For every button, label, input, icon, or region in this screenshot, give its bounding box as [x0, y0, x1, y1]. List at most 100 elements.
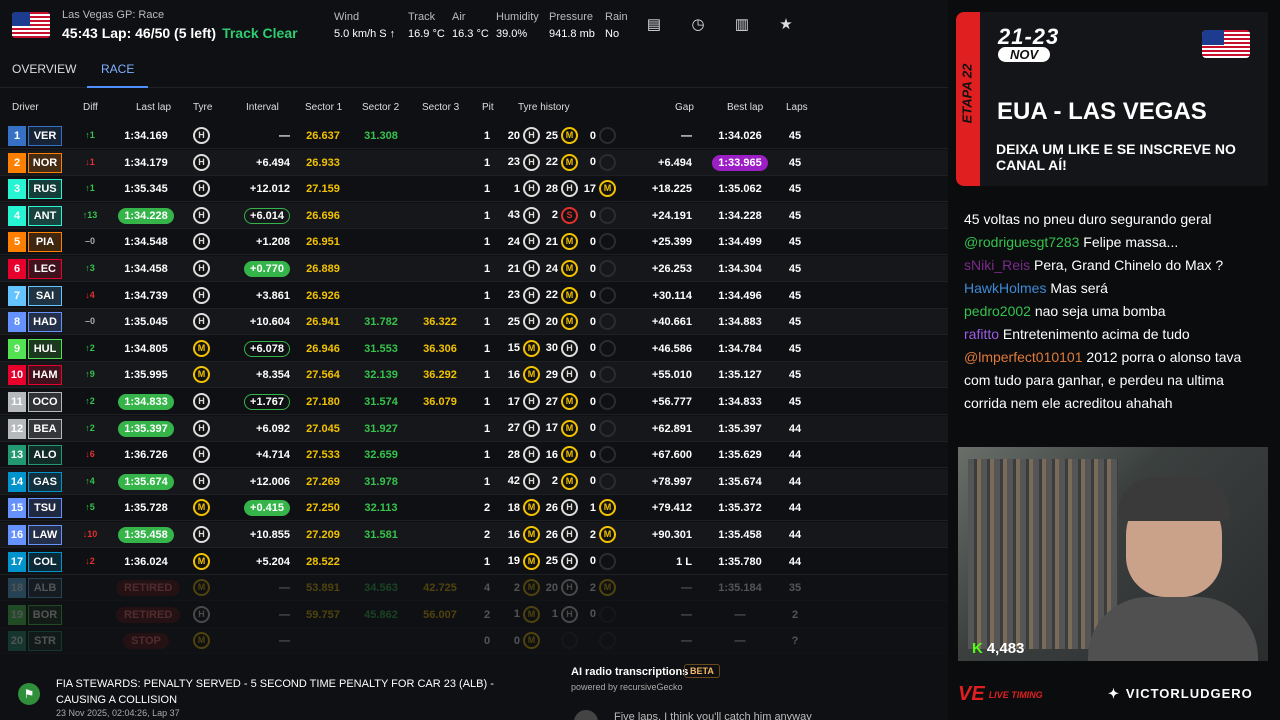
table-row[interactable]: 3 RUS ↑1 1:35.345 H +12.012 27.159 1 1 H 28 H 17 M +18…: [0, 176, 948, 203]
interval-value: +1.767: [244, 394, 290, 410]
col-last-lap[interactable]: Last lap: [136, 102, 171, 113]
document-search-icon[interactable]: ▤: [645, 16, 663, 34]
bar-chart-icon[interactable]: ▥: [733, 16, 751, 34]
col-diff[interactable]: Diff: [83, 102, 98, 113]
stint-laps: 17: [583, 182, 596, 195]
table-row[interactable]: 20 STR STOP M —0 0 M — —?: [0, 628, 948, 655]
table-row[interactable]: 17 COL ↓2 1:36.024 M +5.204 28.522 1 19 M 25 H 0 1 L1…: [0, 549, 948, 575]
table-row[interactable]: 14 GAS ↑4 1:35.674 H +12.006 27.269 31.978 1 42 H 2…: [0, 468, 948, 495]
stint-laps: 0: [589, 608, 596, 621]
gap-to-leader: +67.600: [651, 449, 692, 462]
tyre-compound-icon: H: [193, 153, 210, 171]
chat-username[interactable]: pedro2002: [964, 303, 1031, 319]
tab-race[interactable]: RACE: [86, 62, 149, 88]
chat-username[interactable]: @lmperfect010101: [964, 349, 1083, 365]
stint-tyre-icon: H: [561, 552, 578, 570]
chat-username[interactable]: sNiki_Reis: [964, 257, 1030, 273]
stint-tyre-icon: H: [561, 605, 578, 623]
last-lap-value: 1:35.458: [118, 527, 174, 543]
last-lap: 1:34.169: [116, 130, 176, 142]
stint-tyre-icon: H: [523, 260, 540, 277]
col-laps[interactable]: Laps: [786, 102, 808, 113]
best-lap: 1:34.026: [712, 130, 768, 142]
stint-tyre-icon: S: [561, 206, 578, 224]
table-row[interactable]: 1 VER ↑1 1:34.169 H —26.637 31.308 1 20 H 25 M 0—1:3…: [0, 123, 948, 149]
col-best-lap[interactable]: Best lap: [727, 102, 763, 113]
col-pit[interactable]: Pit: [482, 102, 494, 113]
table-row[interactable]: 2 NOR ↓1 1:34.179 H +6.494 26.933 1 23 H 22 M 0 +6.49…: [0, 149, 948, 176]
last-lap-value: 1:34.458: [124, 263, 168, 275]
position-change: ↓6: [85, 449, 95, 460]
table-row[interactable]: 7 SAI ↓4 1:34.739 H +3.861 26.926 1 23 H 22 M 0 +30.1…: [0, 283, 948, 309]
best-lap-value: 1:34.784: [718, 342, 762, 355]
last-lap-value: 1:35.397: [118, 420, 174, 437]
streamer-cap: [1118, 477, 1230, 521]
table-row[interactable]: 16 LAW ↓10 1:35.458 H +10.855 27.209 31.581 2 16 M…: [0, 522, 948, 548]
col-sector-2[interactable]: Sector 2: [362, 102, 399, 113]
sector-2: 31.553: [364, 342, 398, 355]
stint-laps: 0: [589, 342, 596, 355]
sector-2: 31.308: [364, 130, 398, 142]
last-lap: 1:34.548: [116, 236, 176, 248]
radio-snippet[interactable]: Five laps. I think you'll catch him anyw…: [614, 711, 812, 720]
best-lap-value: 1:35.674: [718, 475, 762, 488]
table-row[interactable]: 6 LEC ↑3 1:34.458 H +0.770 26.889 1 21 H 24 M 0 +26.2…: [0, 256, 948, 282]
col-tyre[interactable]: Tyre: [193, 102, 212, 113]
trophy-icon[interactable]: ★: [777, 16, 795, 34]
sector-1: 27.045: [306, 422, 340, 435]
col-sector-3[interactable]: Sector 3: [422, 102, 459, 113]
tyre-history: 21 H 24 M 0: [506, 260, 620, 277]
stint-tyre-icon: M: [599, 526, 616, 543]
chat-username[interactable]: rafitto: [964, 326, 999, 342]
stint-laps: 1: [551, 608, 558, 621]
table-row[interactable]: 5 PIA –0 1:34.548 H +1.208 26.951 1 24 H 21 M 0 +25.3…: [0, 229, 948, 256]
tyre-icon: H: [193, 127, 210, 144]
tyre-history: 0M: [506, 632, 620, 650]
stint-laps: 0: [589, 422, 596, 435]
tyre-icon: M: [193, 552, 210, 570]
twitter-handle[interactable]: ✦ VICTORLUDGERO: [1108, 686, 1253, 702]
chat-username[interactable]: @rodriguesgt7283: [964, 234, 1079, 250]
col-sector-1[interactable]: Sector 1: [305, 102, 342, 113]
driver-code: ANT: [28, 205, 62, 226]
tyre-icon: H: [193, 526, 210, 543]
best-lap: 1:35.062: [712, 183, 768, 195]
table-row[interactable]: 13 ALO ↓6 1:36.726 H +4.714 27.533 32.659 1 28 H 16…: [0, 442, 948, 469]
table-row[interactable]: 11 OCO ↑2 1:34.833 H +1.767 27.180 31.574 36.079…: [0, 389, 948, 415]
col-interval[interactable]: Interval: [246, 102, 279, 113]
stint-tyre-icon: H: [523, 446, 540, 464]
best-lap: 1:34.784: [712, 343, 768, 355]
stint-laps: 23: [507, 289, 520, 302]
table-row[interactable]: 12 BEA ↑2 1:35.397 H +6.092 27.045 31.927 1 27 H 17…: [0, 415, 948, 442]
interval: —: [240, 130, 290, 142]
speedometer-icon[interactable]: ◷: [689, 16, 707, 34]
position-badge: 4: [8, 205, 26, 226]
event-month: NOV: [998, 47, 1051, 62]
interval: +1.208: [240, 236, 290, 248]
tab-overview[interactable]: OVERVIEW: [12, 62, 76, 76]
table-row[interactable]: 4 ANT ↑13 1:34.228 H +6.014 26.696 1 43 H 2 S 0 +24.1…: [0, 202, 948, 229]
table-row[interactable]: 10 HAM ↑9 1:35.995 M +8.354 27.564 32.139 36.292…: [0, 362, 948, 389]
tyre-compound-icon: H: [193, 260, 210, 277]
col-tyre-history[interactable]: Tyre history: [518, 102, 570, 113]
col-gap[interactable]: Gap: [675, 102, 694, 113]
stint-tyre-icon: [599, 419, 616, 437]
tyre-history: 16 M 29 H 0: [506, 366, 620, 384]
table-row[interactable]: 19 BOR RETIRED H —59.757 45.862 56.007 2 1 M 1 H 0— —…: [0, 602, 948, 628]
chat-username[interactable]: HawkHolmes: [964, 280, 1046, 296]
viewer-count-value: 4,483: [986, 640, 1025, 657]
stint-tyre-icon: H: [523, 206, 540, 224]
tyre-icon: H: [193, 393, 210, 410]
best-lap: 1:34.883: [712, 316, 768, 328]
pit-count: 1: [483, 342, 491, 355]
table-row[interactable]: 15 TSU ↑5 1:35.728 M +0.415 27.250 32.113 2 18 M 26…: [0, 495, 948, 522]
best-lap-value: 1:33.965: [712, 154, 768, 171]
col-driver[interactable]: Driver: [12, 102, 39, 113]
table-row[interactable]: 18 ALB RETIRED M —53.891 34.563 42.725 4 2 M 20 H 2 M…: [0, 575, 948, 602]
kick-icon: K: [972, 640, 983, 657]
last-lap: 1:35.045: [116, 316, 176, 328]
gap-to-leader: —: [681, 130, 692, 142]
interval-value: +6.078: [244, 340, 290, 357]
table-row[interactable]: 8 HAD –0 1:35.045 H +10.604 26.941 31.782 36.322…: [0, 309, 948, 336]
table-row[interactable]: 9 HUL ↑2 1:34.805 M +6.078 26.946 31.553 36.306 1…: [0, 336, 948, 362]
